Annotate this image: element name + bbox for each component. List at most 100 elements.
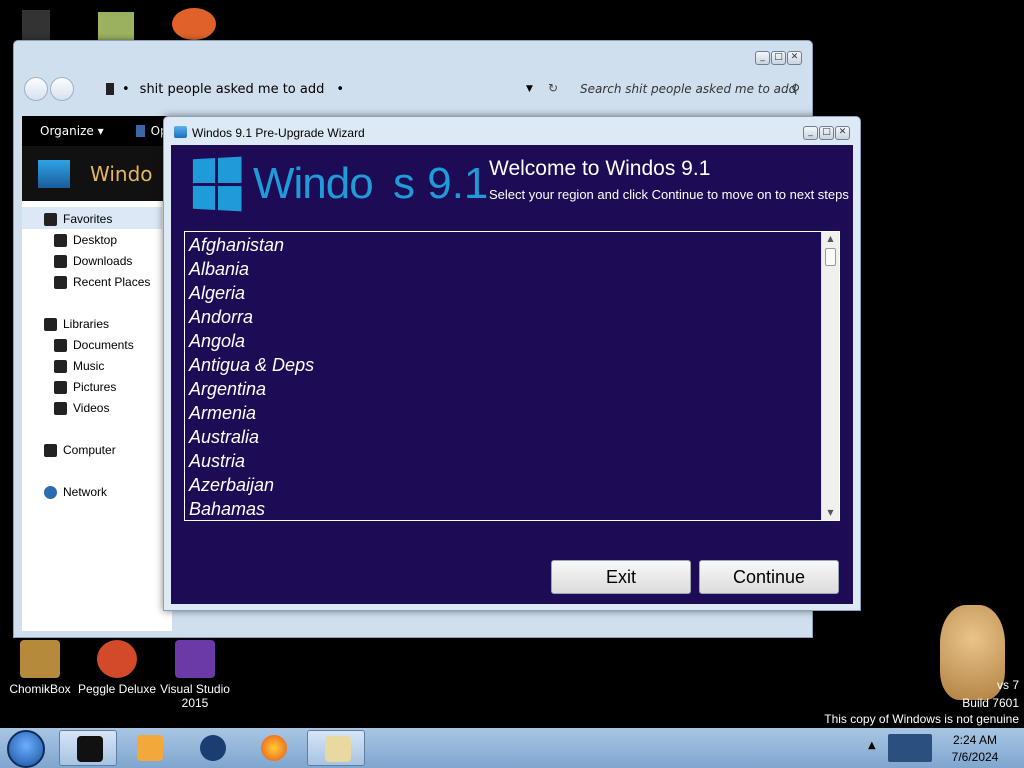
hamster-sticker: [940, 605, 1005, 700]
country-item[interactable]: Angola: [189, 329, 839, 353]
back-button[interactable]: [24, 77, 48, 101]
clock-time: 2:24 AM: [952, 733, 998, 747]
nav-favorites[interactable]: Favorites: [44, 212, 112, 226]
scroll-up-arrow-icon[interactable]: ▲: [822, 232, 839, 246]
minimize-button[interactable]: _: [803, 126, 818, 140]
desktop-icon-top-2[interactable]: [98, 12, 134, 40]
nav-label: Documents: [73, 338, 134, 352]
organize-menu[interactable]: Organize ▾: [40, 124, 104, 138]
firefox-icon: [261, 735, 287, 761]
window-icon: [325, 736, 351, 762]
nav-label: Downloads: [73, 254, 133, 268]
breadcrumb-separator-icon: •: [122, 81, 130, 97]
close-button[interactable]: ✕: [787, 51, 802, 65]
desktop-icon-top-3[interactable]: [172, 8, 216, 40]
address-bar[interactable]: • shit people asked me to add • ▼: [104, 77, 544, 101]
region-listbox[interactable]: Afghanistan Albania Algeria Andorra Angola An…: [184, 231, 840, 521]
peggle-icon: [97, 640, 137, 678]
search-icon[interactable]: ⚲: [791, 82, 800, 96]
wizard-title: Windos 9.1 Pre-Upgrade Wizard: [192, 126, 365, 140]
maximize-button[interactable]: □: [819, 126, 834, 140]
refresh-icon[interactable]: ↻: [548, 81, 558, 95]
search-input[interactable]: Search shit people asked me to add ⚲: [564, 77, 800, 101]
country-item[interactable]: Bahamas: [189, 497, 839, 520]
visual-studio-icon: [175, 640, 215, 678]
minimize-button[interactable]: _: [755, 51, 770, 65]
scroll-thumb[interactable]: [825, 248, 836, 266]
country-item[interactable]: Azerbaijan: [189, 473, 839, 497]
clock-date: 7/6/2024: [951, 750, 999, 764]
country-item[interactable]: Austria: [189, 449, 839, 473]
watermark-line3: This copy of Windows is not genuine: [824, 712, 1019, 726]
country-item[interactable]: Andorra: [189, 305, 839, 329]
country-item[interactable]: Algeria: [189, 281, 839, 305]
desktop-icon-chomikbox[interactable]: ChomikBox: [0, 640, 80, 696]
country-list: Afghanistan Albania Algeria Andorra Angola An…: [185, 232, 839, 520]
network-tray-icon[interactable]: [888, 734, 932, 762]
breadcrumb-separator-icon: •: [336, 81, 345, 97]
nav-label: Network: [63, 485, 108, 499]
nav-recent-places[interactable]: Recent Places: [54, 275, 150, 289]
taskbar: ▲ 2:24 AM 7/6/2024: [0, 728, 1024, 768]
music-icon: [54, 359, 67, 373]
nav-pictures[interactable]: Pictures: [54, 380, 116, 394]
nav-desktop[interactable]: Desktop: [54, 233, 117, 247]
close-button[interactable]: ✕: [835, 126, 850, 140]
scroll-down-arrow-icon[interactable]: ▼: [822, 506, 839, 520]
maximize-button[interactable]: □: [771, 51, 786, 65]
nav-label: Desktop: [73, 233, 118, 247]
nav-label: Computer: [63, 443, 116, 457]
nav-network[interactable]: Network: [44, 485, 107, 499]
wizard-app-icon: [174, 126, 187, 138]
country-item[interactable]: Australia: [189, 425, 839, 449]
nav-label: Recent Places: [73, 275, 151, 289]
country-item[interactable]: Albania: [189, 257, 839, 281]
recent-places-icon: [54, 275, 67, 289]
tray-expand-icon[interactable]: ▲: [868, 740, 876, 751]
nav-music[interactable]: Music: [54, 359, 104, 373]
listbox-scrollbar[interactable]: ▲ ▼: [821, 232, 839, 520]
wizard-caption-buttons: _ □ ✕: [803, 126, 850, 140]
desktop-icon-peggle[interactable]: Peggle Deluxe: [77, 640, 157, 696]
logo-version: s 9.1: [393, 159, 489, 208]
taskbar-item-wizard[interactable]: [307, 730, 365, 766]
taskbar-item-media-player[interactable]: [120, 730, 178, 766]
explorer-icon: [77, 736, 103, 762]
pictures-icon: [54, 380, 67, 394]
desktop-icon-visual-studio[interactable]: Visual Studio 2015: [155, 640, 235, 710]
media-player-icon: [137, 735, 163, 761]
country-item[interactable]: Armenia: [189, 401, 839, 425]
clock[interactable]: 2:24 AM 7/6/2024: [940, 732, 1010, 766]
country-item[interactable]: Argentina: [189, 377, 839, 401]
address-bar-row: • shit people asked me to add • ▼ ↻ Sear…: [24, 69, 804, 109]
country-item[interactable]: Antigua & Deps: [189, 353, 839, 377]
desktop-icon-top-1[interactable]: [22, 10, 50, 40]
forward-button[interactable]: [50, 77, 74, 101]
folder-icon: [106, 83, 114, 95]
start-button[interactable]: [7, 730, 45, 768]
exit-button[interactable]: Exit: [551, 560, 691, 594]
nav-computer[interactable]: Computer: [44, 443, 116, 457]
address-dropdown-icon[interactable]: ▼: [526, 84, 533, 94]
nav-documents[interactable]: Documents: [54, 338, 134, 352]
desktop-icon-label: ChomikBox: [9, 682, 71, 696]
address-path: shit people asked me to add: [139, 81, 325, 97]
taskbar-item-app[interactable]: [183, 730, 241, 766]
explorer-caption-buttons: _ □ ✕: [755, 51, 802, 65]
watermark-line1: vs 7: [996, 678, 1019, 692]
country-item[interactable]: Afghanistan: [189, 233, 839, 257]
wizard-window: Windos 9.1 Pre-Upgrade Wizard _ □ ✕ Wind…: [163, 116, 861, 611]
welcome-subtitle: Select your region and click Continue to…: [489, 187, 849, 202]
nav-libraries[interactable]: Libraries: [44, 317, 109, 331]
taskbar-item-firefox[interactable]: [244, 730, 302, 766]
wizard-content: Windo s 9.1 Welcome to Windos 9.1 Select…: [171, 145, 853, 604]
documents-icon: [54, 338, 67, 352]
continue-button[interactable]: Continue: [699, 560, 839, 594]
logo-text: Windo: [253, 159, 374, 208]
taskbar-item-explorer[interactable]: [59, 730, 117, 766]
banner-icon: [38, 159, 70, 188]
globe-icon: [200, 735, 226, 761]
nav-videos[interactable]: Videos: [54, 401, 109, 415]
nav-downloads[interactable]: Downloads: [54, 254, 132, 268]
star-icon: [44, 212, 57, 226]
